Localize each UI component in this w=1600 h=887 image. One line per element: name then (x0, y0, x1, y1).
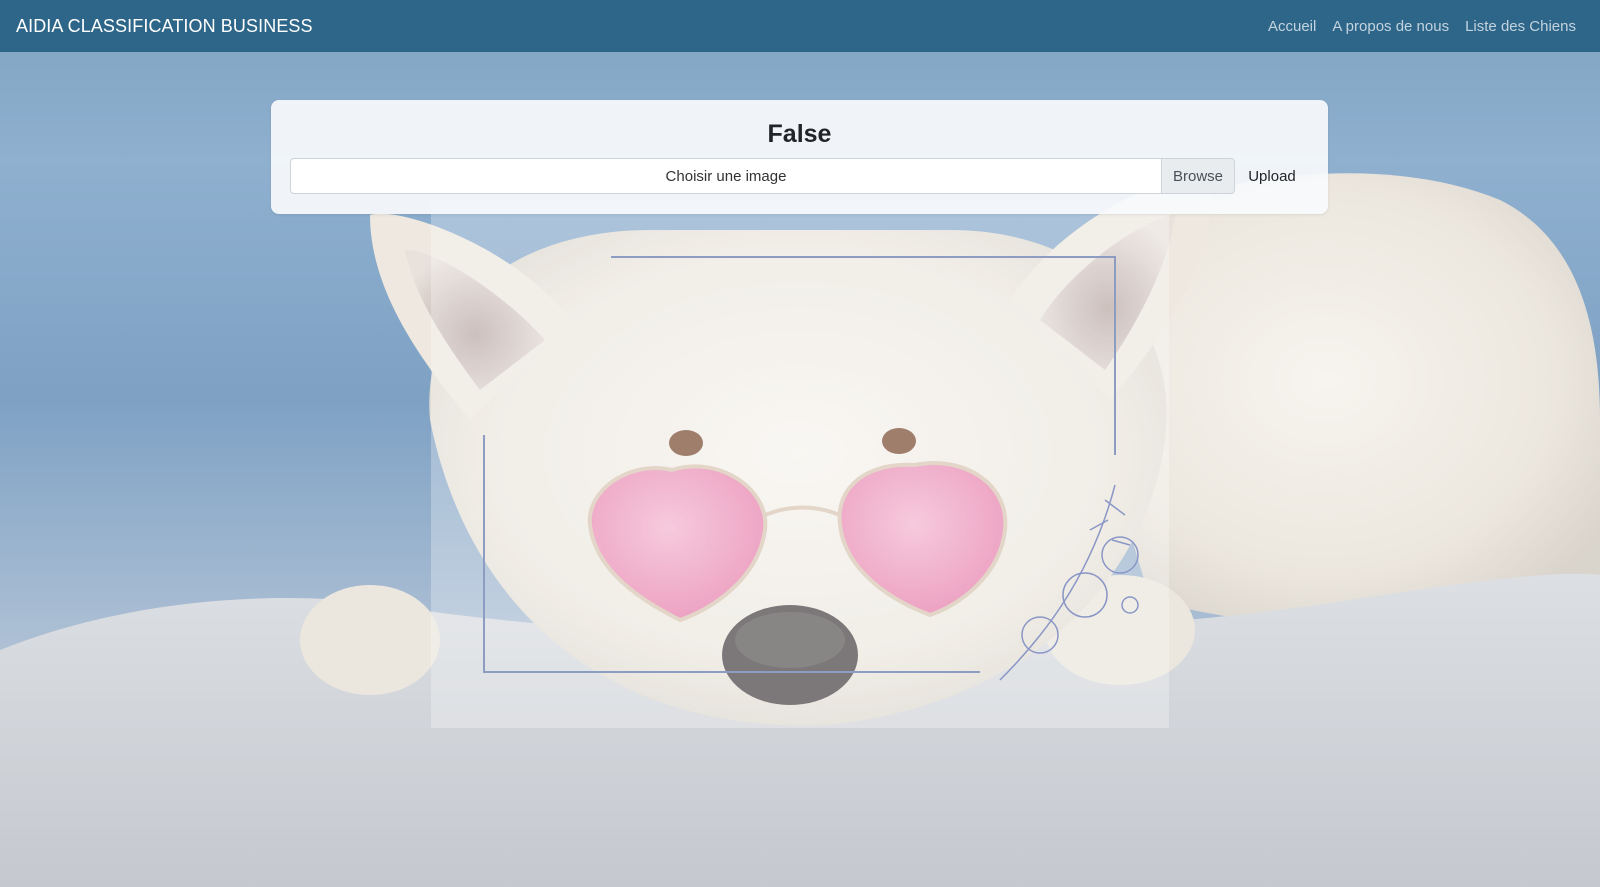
nav-link-liste-chiens[interactable]: Liste des Chiens (1465, 18, 1576, 35)
nav-link-accueil[interactable]: Accueil (1268, 18, 1316, 35)
upload-card: False Choisir une image Browse Upload (271, 100, 1328, 214)
upload-form: Choisir une image Browse Upload (290, 158, 1309, 194)
brand-title[interactable]: AIDIA CLASSIFICATION BUSINESS (16, 16, 313, 37)
nav-links: Accueil A propos de nous Liste des Chien… (1268, 18, 1576, 35)
file-input[interactable]: Choisir une image (290, 158, 1161, 194)
result-title: False (767, 120, 832, 148)
top-navbar: AIDIA CLASSIFICATION BUSINESS Accueil A … (0, 0, 1600, 52)
upload-button[interactable]: Upload (1235, 158, 1309, 194)
browse-button[interactable]: Browse (1161, 158, 1235, 194)
nav-link-a-propos[interactable]: A propos de nous (1332, 18, 1449, 35)
